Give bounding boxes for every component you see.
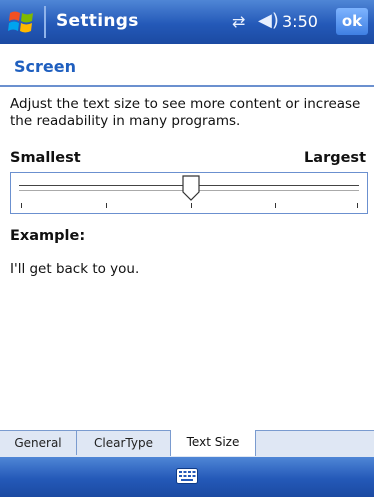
slider-tick (21, 203, 22, 208)
slider-tick (106, 203, 107, 208)
ok-button[interactable]: ok (336, 8, 368, 35)
tab-general[interactable]: General (0, 431, 77, 455)
slider-tick (357, 203, 358, 208)
page-title: Screen (14, 57, 76, 76)
title-divider (0, 85, 374, 87)
slider-tick (191, 203, 192, 208)
tab-text-size[interactable]: Text Size (170, 430, 256, 456)
slider-max-label: Largest (304, 150, 366, 166)
volume-icon[interactable]: ◀) (258, 10, 279, 31)
menu-bar (0, 457, 374, 497)
app-title: Settings (56, 11, 139, 31)
slider-min-label: Smallest (10, 150, 81, 166)
windows-start-icon[interactable] (8, 9, 36, 35)
text-size-slider[interactable] (10, 172, 368, 214)
title-separator (44, 6, 46, 38)
tab-cleartype[interactable]: ClearType (77, 431, 171, 455)
keyboard-icon[interactable] (176, 468, 198, 484)
example-text: I'll get back to you. (10, 261, 140, 277)
description-text: Adjust the text size to see more content… (10, 96, 361, 129)
clock[interactable]: 3:50 (282, 12, 318, 31)
slider-thumb[interactable] (182, 175, 200, 201)
example-label: Example: (10, 228, 86, 244)
connectivity-icon[interactable]: ⇄ (232, 12, 245, 31)
title-bar: Settings ⇄ ◀) 3:50 ok (0, 0, 374, 44)
slider-tick (275, 203, 276, 208)
tab-strip: General ClearType Text Size (0, 430, 374, 457)
